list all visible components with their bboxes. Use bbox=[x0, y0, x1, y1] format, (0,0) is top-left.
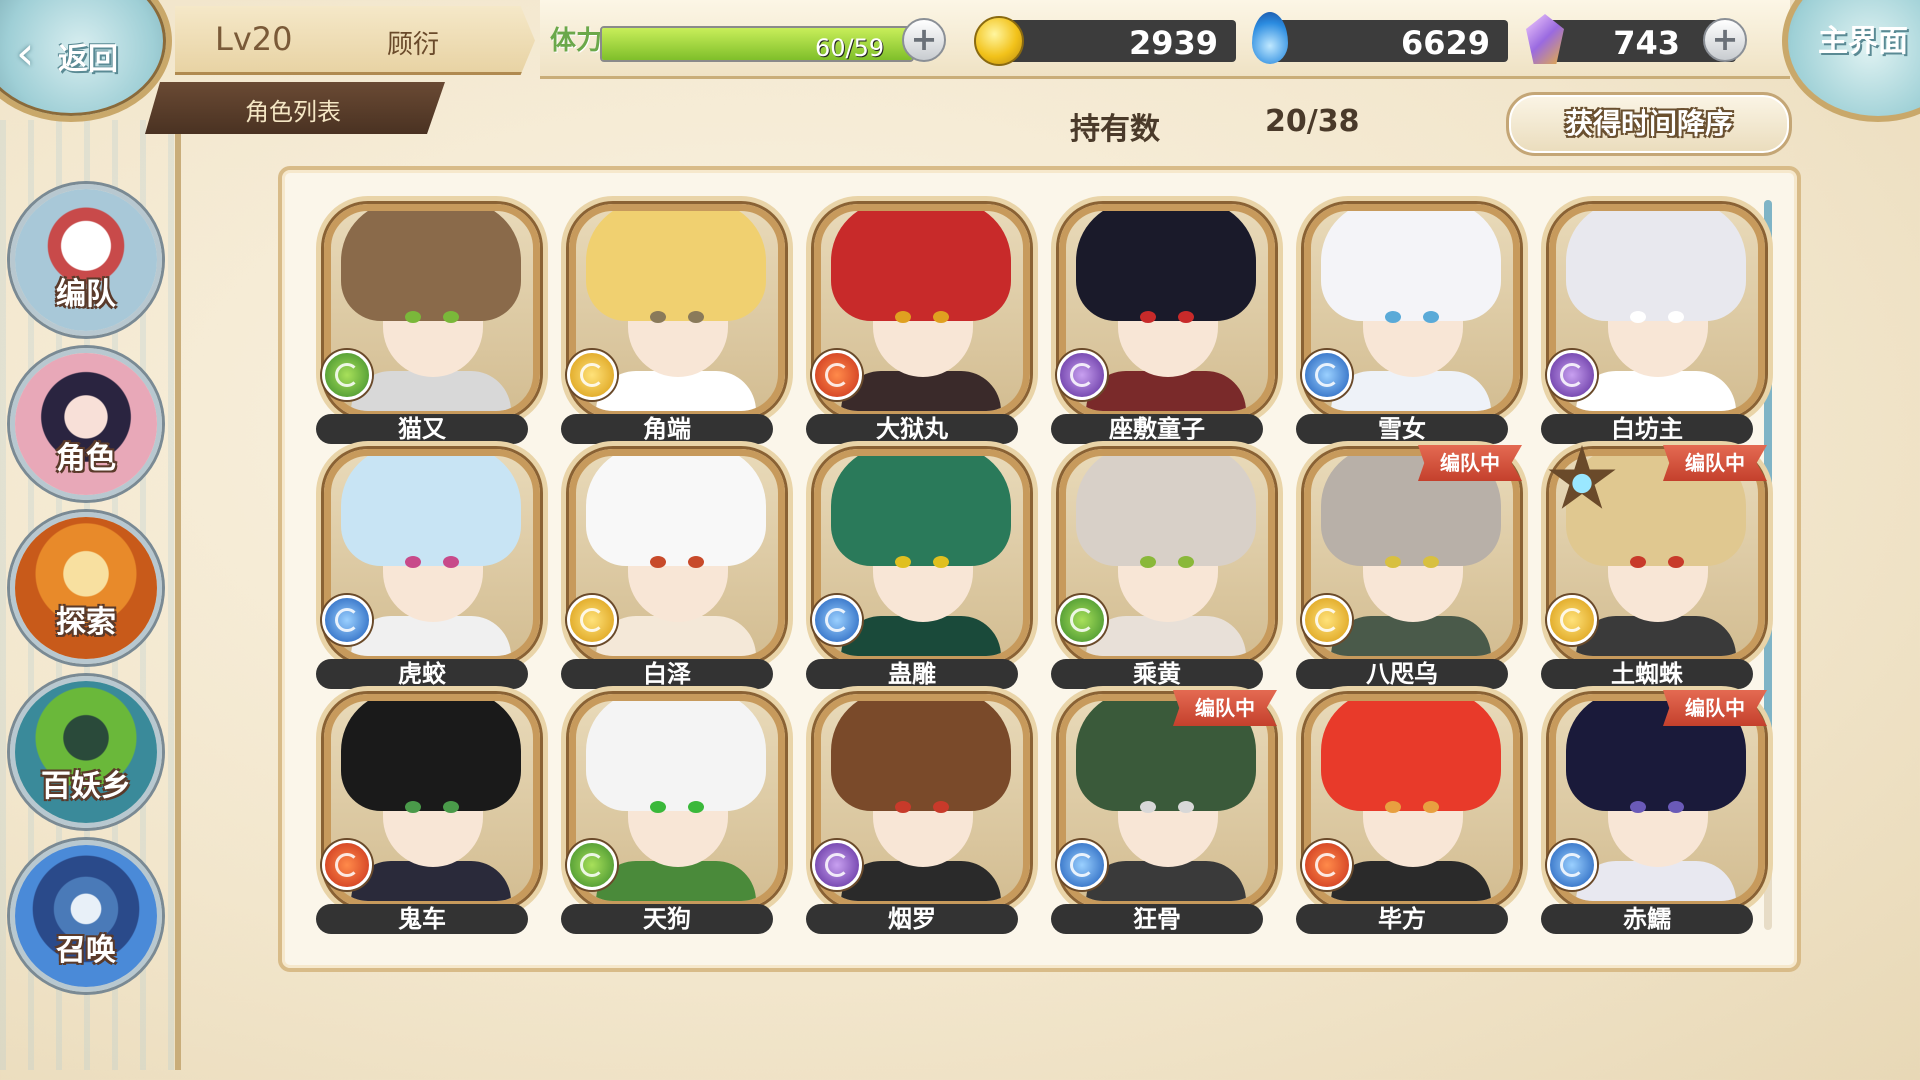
character-name: 鬼车 bbox=[316, 904, 528, 934]
wind-element-icon bbox=[567, 840, 617, 890]
character-card[interactable]: 白泽 bbox=[561, 445, 785, 690]
character-name: 猫又 bbox=[316, 414, 528, 444]
coin-counter: 2939 bbox=[990, 20, 1236, 62]
nav-explore[interactable]: 探索 bbox=[10, 512, 162, 664]
back-arrow-icon: ‹ bbox=[16, 26, 35, 80]
character-name: 角端 bbox=[561, 414, 773, 444]
character-name: 赤鱬 bbox=[1541, 904, 1753, 934]
nav-village[interactable]: 百妖乡 bbox=[10, 676, 162, 828]
water-element-icon bbox=[1302, 350, 1352, 400]
character-card[interactable]: 雪女 bbox=[1296, 200, 1520, 445]
character-card[interactable]: 猫又 bbox=[316, 200, 540, 445]
character-name: 雪女 bbox=[1296, 414, 1508, 444]
fire-element-icon bbox=[1302, 840, 1352, 890]
sort-button[interactable]: 获得时间降序 bbox=[1506, 92, 1792, 156]
light-element-icon bbox=[1302, 595, 1352, 645]
fire-element-icon bbox=[812, 350, 862, 400]
in-team-badge: 编队中 bbox=[1663, 690, 1767, 726]
character-name: 烟罗 bbox=[806, 904, 1018, 934]
nav-summon-label: 召唤 bbox=[56, 933, 116, 968]
character-name: 蛊雕 bbox=[806, 659, 1018, 689]
character-card[interactable]: 天狗 bbox=[561, 690, 785, 935]
character-card[interactable]: 鬼车 bbox=[316, 690, 540, 935]
gem-value: 743 bbox=[1613, 24, 1680, 62]
dark-element-icon bbox=[812, 840, 862, 890]
sort-label: 获得时间降序 bbox=[1564, 107, 1733, 140]
light-element-icon bbox=[567, 350, 617, 400]
character-name: 毕方 bbox=[1296, 904, 1508, 934]
wind-element-icon bbox=[1057, 595, 1107, 645]
character-card[interactable]: 座敷童子 bbox=[1051, 200, 1275, 445]
character-card[interactable]: 编队中狂骨 bbox=[1051, 690, 1277, 935]
coin-icon bbox=[974, 16, 1024, 66]
nav-village-label: 百妖乡 bbox=[41, 769, 131, 804]
character-card[interactable]: 编队中八咫乌 bbox=[1296, 445, 1522, 690]
soul-value: 6629 bbox=[1400, 24, 1490, 62]
character-card[interactable]: 烟罗 bbox=[806, 690, 1030, 935]
character-card[interactable]: 白坊主 bbox=[1541, 200, 1765, 445]
dark-element-icon bbox=[1547, 350, 1597, 400]
character-name: 土蜘蛛 bbox=[1541, 659, 1753, 689]
character-name: 天狗 bbox=[561, 904, 773, 934]
nav-explore-label: 探索 bbox=[56, 605, 116, 640]
water-element-icon bbox=[1057, 840, 1107, 890]
player-name: 顾衍 bbox=[387, 30, 440, 60]
section-tab: 角色列表 bbox=[145, 82, 445, 134]
add-gem-button[interactable]: + bbox=[1703, 18, 1747, 62]
stamina-value: 60/59 bbox=[815, 34, 885, 62]
fire-element-icon bbox=[322, 840, 372, 890]
character-name: 虎蛟 bbox=[316, 659, 528, 689]
character-card[interactable]: 角端 bbox=[561, 200, 785, 445]
light-element-icon bbox=[1547, 595, 1597, 645]
character-card[interactable]: 大狱丸 bbox=[806, 200, 1030, 445]
character-name: 白泽 bbox=[561, 659, 773, 689]
in-team-badge: 编队中 bbox=[1173, 690, 1277, 726]
nav-character[interactable]: 角色 bbox=[10, 348, 162, 500]
owned-count-label: 持有数 bbox=[1070, 112, 1160, 147]
character-card[interactable]: 蛊雕 bbox=[806, 445, 1030, 690]
section-title: 角色列表 bbox=[245, 98, 341, 126]
character-card[interactable]: 乘黄 bbox=[1051, 445, 1275, 690]
character-name: 大狱丸 bbox=[806, 414, 1018, 444]
home-button[interactable]: 主界面 bbox=[1782, 0, 1920, 122]
water-element-icon bbox=[812, 595, 862, 645]
nav-character-label: 角色 bbox=[56, 441, 116, 476]
character-name: 狂骨 bbox=[1051, 904, 1263, 934]
nav-summon[interactable]: 召唤 bbox=[10, 840, 162, 992]
character-name: 乘黄 bbox=[1051, 659, 1263, 689]
add-stamina-button[interactable]: + bbox=[902, 18, 946, 62]
player-level: Lv20 bbox=[215, 20, 293, 58]
coin-value: 2939 bbox=[1128, 24, 1218, 62]
owned-count-value: 20/38 bbox=[1265, 104, 1360, 139]
nav-formation-label: 编队 bbox=[56, 277, 116, 312]
back-button[interactable]: ‹ 返回 bbox=[0, 0, 172, 122]
water-element-icon bbox=[1547, 840, 1597, 890]
in-team-badge: 编队中 bbox=[1418, 445, 1522, 481]
soul-counter: 6629 bbox=[1268, 20, 1508, 62]
dark-element-icon bbox=[1057, 350, 1107, 400]
stamina-label: 体力 bbox=[550, 26, 603, 56]
back-label: 返回 bbox=[58, 42, 118, 77]
character-name: 八咫乌 bbox=[1296, 659, 1508, 689]
wind-element-icon bbox=[322, 350, 372, 400]
in-team-badge: 编队中 bbox=[1663, 445, 1767, 481]
character-name: 座敷童子 bbox=[1051, 414, 1263, 444]
home-label: 主界面 bbox=[1818, 24, 1908, 59]
light-element-icon bbox=[567, 595, 617, 645]
character-card[interactable]: 编队中土蜘蛛 bbox=[1541, 445, 1767, 690]
character-name: 白坊主 bbox=[1541, 414, 1753, 444]
character-card[interactable]: 毕方 bbox=[1296, 690, 1520, 935]
character-card[interactable]: 虎蛟 bbox=[316, 445, 540, 690]
water-element-icon bbox=[322, 595, 372, 645]
player-plate: Lv20 顾衍 bbox=[175, 6, 535, 75]
nav-formation[interactable]: 编队 bbox=[10, 184, 162, 336]
character-card[interactable]: 编队中赤鱬 bbox=[1541, 690, 1767, 935]
